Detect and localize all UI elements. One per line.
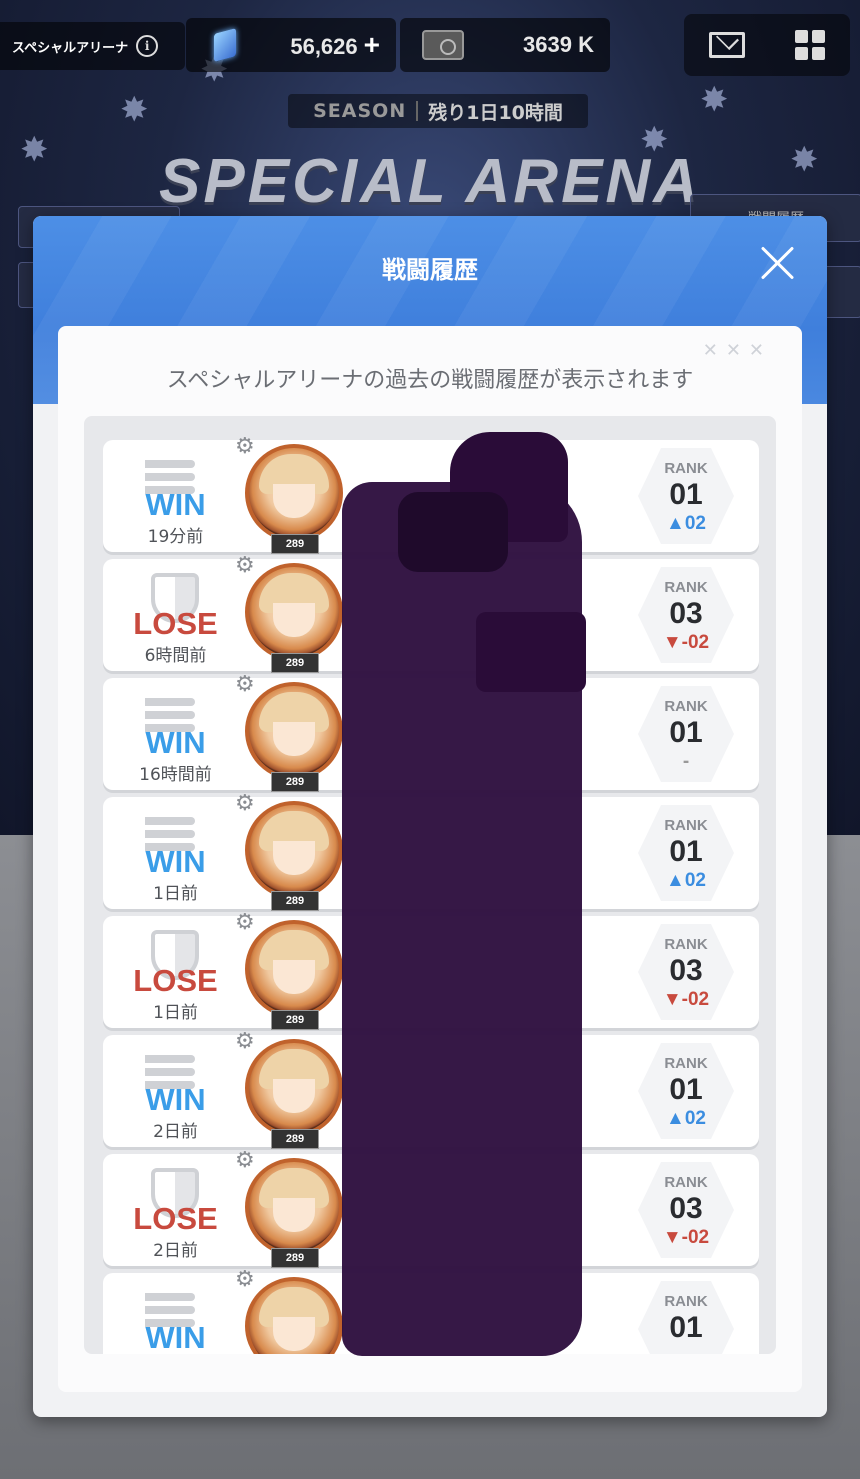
- rank-number: 01: [669, 1311, 703, 1344]
- gear-icon: ⚙: [235, 1029, 255, 1054]
- info-icon[interactable]: i: [136, 35, 159, 57]
- battle-time: 19分前: [147, 527, 204, 547]
- gear-icon: ⚙: [235, 1148, 255, 1173]
- gem-amount: 56,626: [290, 34, 358, 59]
- modal-subtitle: スペシャルアリーナの過去の戦闘履歴が表示されます: [166, 368, 694, 393]
- avatar: [245, 1039, 343, 1137]
- gem-plus-button[interactable]: +: [364, 29, 380, 60]
- battle-result: WIN: [145, 1320, 206, 1354]
- divider: [416, 101, 419, 121]
- battle-result: WIN: [145, 487, 206, 522]
- avatar: [245, 1277, 343, 1354]
- season-banner: SEASON 残り1日10時間: [288, 94, 588, 128]
- rank-label: RANK: [664, 460, 708, 477]
- close-icon[interactable]: [759, 244, 797, 282]
- avatar: [245, 801, 343, 899]
- modal-body: ✕✕✕ スペシャルアリーナの過去の戦闘履歴が表示されます WIN 19分前 ⚙ …: [58, 326, 802, 1392]
- rank-number: 03: [669, 597, 703, 630]
- star-decor: ✸: [700, 80, 729, 120]
- rank-change: ▲02: [666, 1108, 706, 1129]
- level-badge: 289: [271, 1129, 319, 1149]
- modal-title: 戦闘履歴: [382, 256, 478, 284]
- battle-history-modal: 戦闘履歴 ✕✕✕ スペシャルアリーナの過去の戦闘履歴が表示されます WIN 19…: [33, 216, 827, 1417]
- rank-change: ▼-02: [662, 632, 710, 653]
- battle-row[interactable]: LOSE 6時間前 ⚙ 289 RANK 03 ▼-02: [103, 555, 759, 673]
- arena-name-tab: スペシャルアリーナ i: [0, 22, 185, 70]
- rank-label: RANK: [664, 936, 708, 953]
- battle-result: LOSE: [133, 1201, 218, 1236]
- rank-number: 01: [669, 1073, 703, 1106]
- credit-counter: 3639 K: [400, 18, 610, 72]
- gear-icon: ⚙: [235, 1267, 255, 1292]
- rank-number: 01: [669, 478, 703, 511]
- rank-change: ▲02: [666, 870, 706, 891]
- battle-time: 6時間前: [144, 646, 207, 666]
- avatar: [245, 563, 343, 661]
- battle-time: 1日前: [153, 884, 198, 904]
- level-badge: 289: [271, 891, 319, 911]
- star-decor: ✸: [120, 90, 149, 130]
- gear-icon: ⚙: [235, 910, 255, 935]
- avatar: [245, 444, 343, 542]
- rank-label: RANK: [664, 1293, 708, 1310]
- avatar: [245, 1158, 343, 1256]
- gem-amount-wrap: 56,626 +: [290, 29, 380, 61]
- level-badge: 289: [271, 534, 319, 554]
- credit-amount: 3639 K: [523, 32, 594, 57]
- rank-number: 01: [669, 716, 703, 749]
- grid-menu-icon[interactable]: [795, 30, 825, 60]
- arena-name-label: スペシャルアリーナ: [12, 40, 129, 56]
- rank-label: RANK: [664, 1055, 708, 1072]
- rank-number: 03: [669, 1192, 703, 1225]
- rank-label: RANK: [664, 817, 708, 834]
- rank-change: -: [682, 751, 690, 772]
- battle-row[interactable]: WIN ⚙ 289 RANK 01: [103, 1269, 759, 1354]
- gear-icon: ⚙: [235, 672, 255, 697]
- battle-row[interactable]: WIN 1日前 ⚙ 289 RANK 01 ▲02: [103, 793, 759, 911]
- rank-label: RANK: [664, 698, 708, 715]
- battle-result: LOSE: [133, 606, 218, 641]
- rank-change: ▼-02: [662, 989, 710, 1010]
- battle-time: 16時間前: [139, 765, 212, 785]
- rank-label: RANK: [664, 579, 708, 596]
- battle-time: 1日前: [153, 1003, 198, 1023]
- x-decor: ✕✕✕: [702, 340, 772, 361]
- season-remaining: 残り1日10時間: [428, 101, 563, 124]
- battle-result: WIN: [145, 725, 206, 760]
- battle-row[interactable]: WIN 2日前 ⚙ 289 RANK 01 ▲02: [103, 1031, 759, 1149]
- rank-number: 01: [669, 835, 703, 868]
- avatar: [245, 920, 343, 1018]
- rank-number: 03: [669, 954, 703, 987]
- gem-counter: 56,626 +: [186, 18, 396, 72]
- battle-time: 2日前: [153, 1241, 198, 1261]
- credit-icon: [422, 30, 464, 60]
- rank-change: ▲02: [666, 513, 706, 534]
- battle-row[interactable]: WIN 16時間前 ⚙ 289 RANK 01 -: [103, 674, 759, 792]
- top-buttons: [684, 14, 850, 76]
- mail-icon[interactable]: [709, 32, 745, 58]
- season-label: SEASON: [313, 100, 407, 122]
- battle-result: WIN: [145, 844, 206, 879]
- battle-time: 2日前: [153, 1122, 198, 1142]
- rank-change: ▼-02: [662, 1227, 710, 1248]
- gear-icon: ⚙: [235, 434, 255, 459]
- battle-result: WIN: [145, 1082, 206, 1117]
- gear-icon: ⚙: [235, 553, 255, 578]
- battle-row[interactable]: LOSE 1日前 ⚙ 289 RANK 03 ▼-02: [103, 912, 759, 1030]
- gem-icon: [214, 28, 236, 62]
- battle-row[interactable]: LOSE 2日前 ⚙ 289 RANK 03 ▼-02: [103, 1150, 759, 1268]
- rank-label: RANK: [664, 1174, 708, 1191]
- battle-history-list[interactable]: WIN 19分前 ⚙ 289 RANK 01 ▲02 LOSE 6時間前 ⚙ 2…: [84, 416, 776, 1354]
- level-badge: 289: [271, 772, 319, 792]
- level-badge: 289: [271, 1248, 319, 1268]
- battle-row[interactable]: WIN 19分前 ⚙ 289 RANK 01 ▲02: [103, 436, 759, 554]
- gear-icon: ⚙: [235, 791, 255, 816]
- level-badge: 289: [271, 653, 319, 673]
- avatar: [245, 682, 343, 780]
- level-badge: 289: [271, 1010, 319, 1030]
- battle-result: LOSE: [133, 963, 218, 998]
